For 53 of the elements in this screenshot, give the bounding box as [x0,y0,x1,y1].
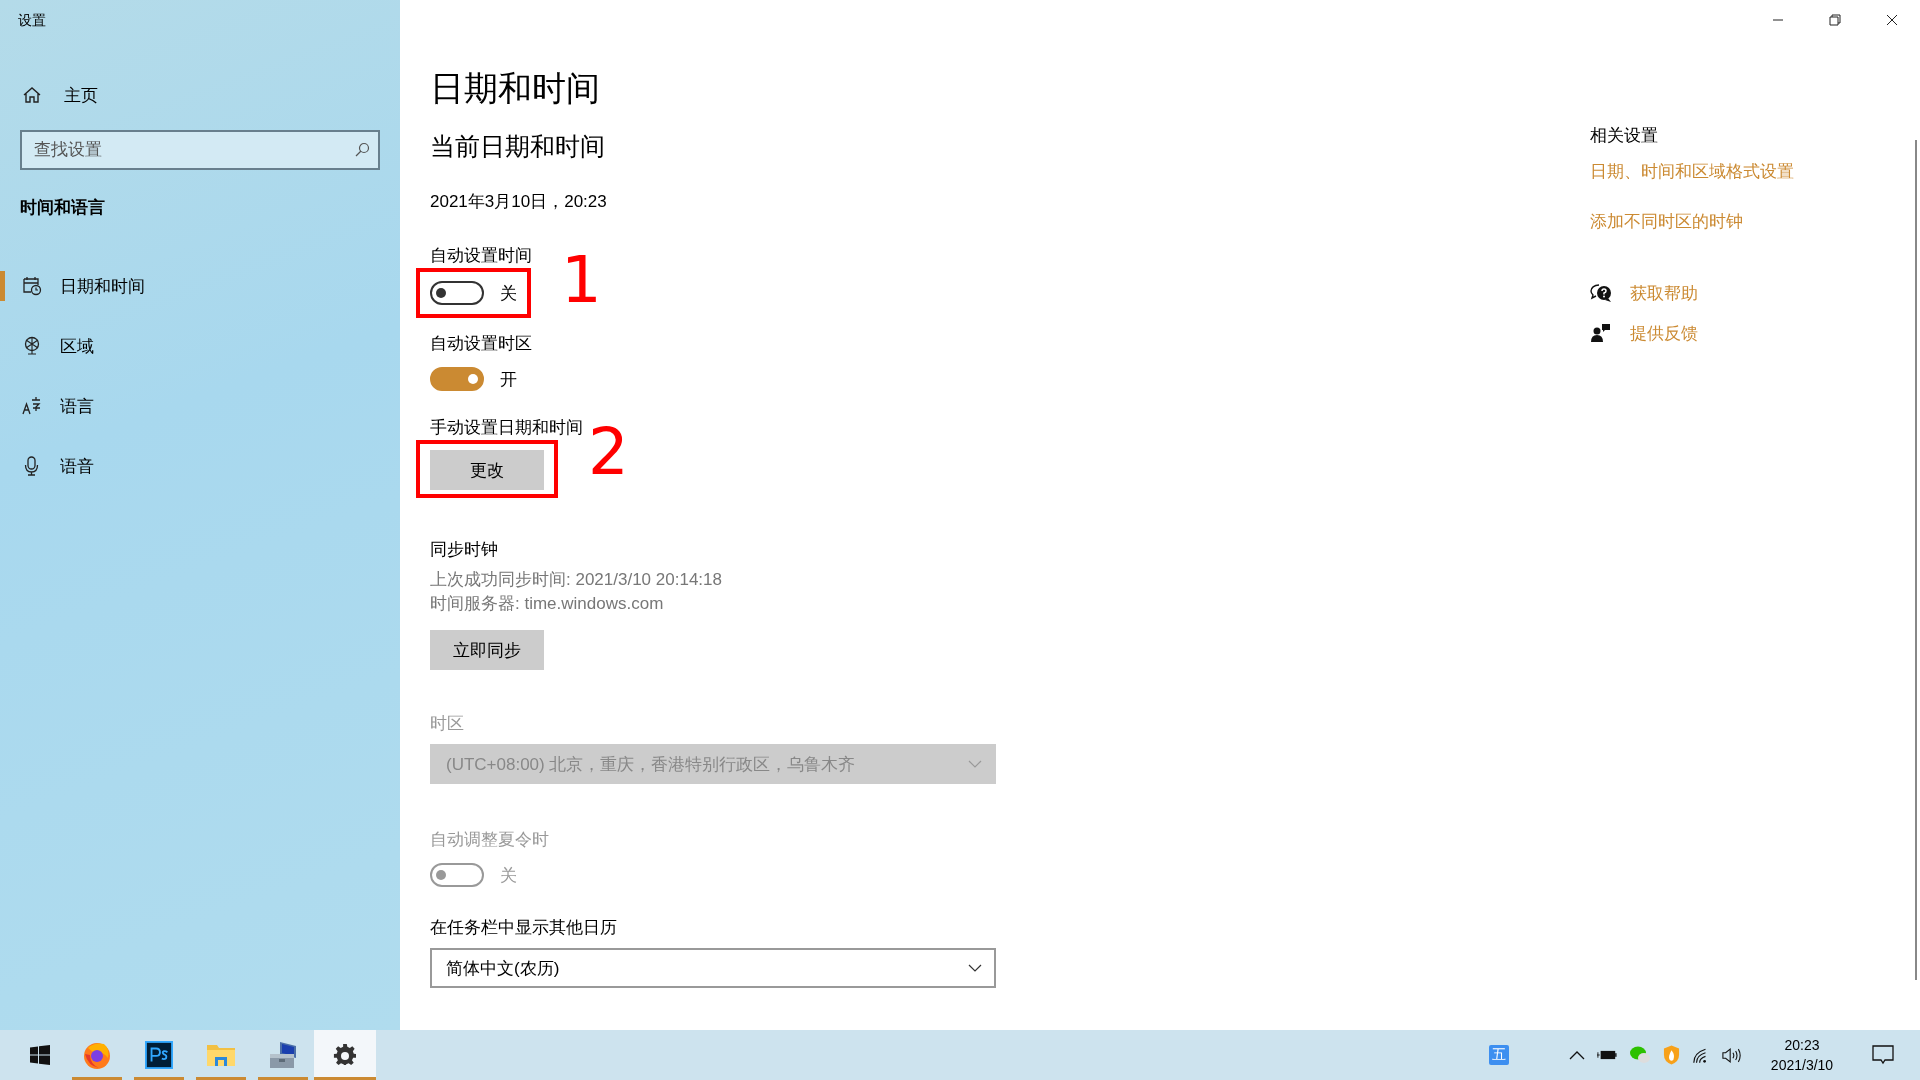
sync-info: 时间服务器: time.windows.com [430,593,664,615]
setting-label: 手动设置日期和时间 [430,417,583,439]
taskbar-app[interactable] [314,1030,376,1080]
language-icon [22,396,42,416]
dropdown[interactable]: 简体中文(农历) [430,948,996,988]
computer-toolbox-icon [268,1040,298,1070]
toggle-switch[interactable] [430,367,484,391]
settings-icon [333,1043,357,1067]
nav-item[interactable]: 日期和时间 [0,256,380,316]
current-datetime: 2021年3月10日，20:23 [430,191,608,213]
section-title: 当前日期和时间 [430,131,606,162]
section-heading: 时间和语言 [20,197,106,219]
chevron-down-icon [968,760,982,768]
notification-icon[interactable] [1872,1045,1894,1065]
restore-icon[interactable] [1829,14,1841,26]
chevron-up-icon[interactable] [1569,1050,1585,1060]
nav-item[interactable]: 语音 [0,436,380,496]
setting-label: 时区 [430,713,464,735]
help-chat-icon [1590,283,1612,303]
toggle-state: 关 [500,864,517,887]
chevron-down-icon [968,964,982,972]
home-link[interactable]: 主页 [20,82,380,108]
search-field[interactable]: 查找设置 [20,130,380,170]
feedback-person-icon [1590,323,1612,343]
setting-label: 自动设置时间 [430,245,532,267]
setting-label: 同步时钟 [430,539,498,561]
folder-icon [206,1042,236,1068]
close-icon[interactable] [1886,14,1898,26]
setting-label: 自动设置时区 [430,333,532,355]
toggle-switch[interactable] [430,281,484,305]
annotation-number: 2 [588,420,629,484]
battery-icon[interactable] [1597,1049,1617,1061]
setting-label: 自动调整夏令时 [430,829,549,851]
annotation-number: 1 [561,248,602,312]
nav-item[interactable]: 区域 [0,316,380,376]
image-editor-icon [145,1041,173,1069]
scrollbar[interactable] [1915,140,1917,980]
sync-info: 上次成功同步时间: 2021/3/10 20:14:18 [430,569,722,591]
toggle-state: 开 [500,368,517,391]
action-button[interactable]: 更改 [430,450,544,490]
window-title: 设置 [18,12,47,30]
setting-label: 在任务栏中显示其他日历 [430,917,617,939]
browser-icon [82,1040,112,1070]
toggle-state: 关 [500,282,517,305]
volume-icon[interactable] [1722,1046,1742,1064]
home-icon [22,85,42,105]
calendar-clock-icon [22,276,42,296]
nav-item[interactable]: 语言 [0,376,380,436]
taskbar-clock[interactable]: 20:23 2021/3/10 [1762,1035,1842,1075]
search-icon [354,142,370,158]
action-button[interactable]: 立即同步 [430,630,544,670]
related-title: 相关设置 [1590,125,1658,147]
page-title: 日期和时间 [430,68,601,109]
